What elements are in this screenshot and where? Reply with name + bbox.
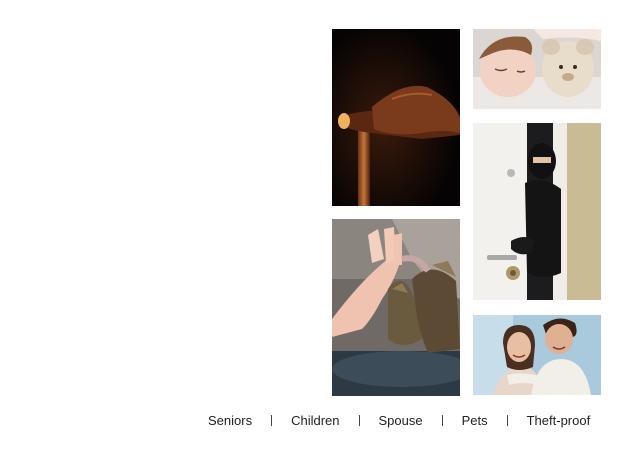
caption-theft-proof: Theft-proof xyxy=(526,412,591,428)
couple-photo xyxy=(473,315,601,395)
caption-children: Children xyxy=(291,412,340,428)
caption-separator xyxy=(441,414,443,426)
sleeping-child-photo xyxy=(473,29,601,109)
masked-burglar-photo xyxy=(473,123,601,300)
caption-pets: Pets xyxy=(461,412,488,428)
caption-separator xyxy=(506,414,508,426)
cane-photo xyxy=(332,29,460,206)
hand-and-cat-paw-photo xyxy=(332,219,460,396)
category-caption-bar: Seniors Children Spouse Pets Theft-proof xyxy=(208,410,608,430)
caption-separator xyxy=(271,414,273,426)
caption-seniors: Seniors xyxy=(208,412,253,428)
caption-spouse: Spouse xyxy=(378,412,423,428)
caption-separator xyxy=(358,414,360,426)
